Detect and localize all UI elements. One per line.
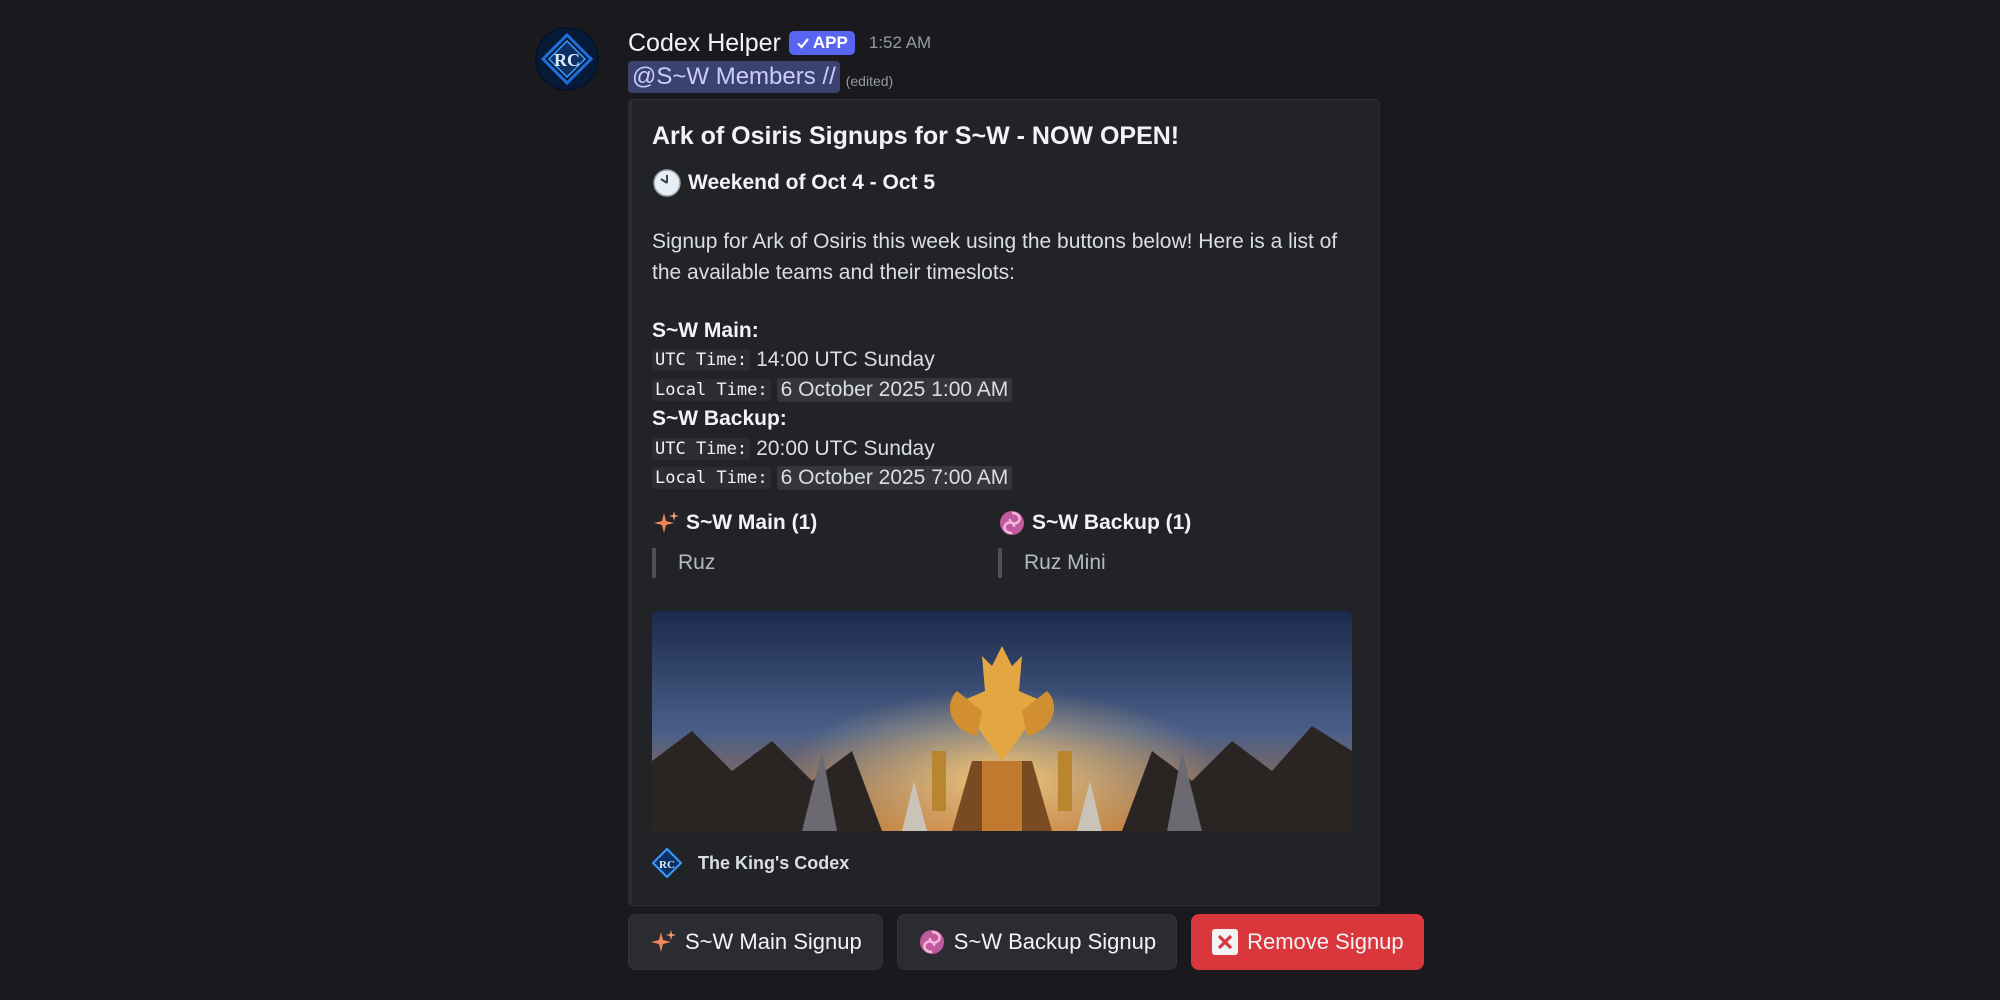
codex-logo-icon: RC [537,29,597,89]
utc-label: UTC Time: [652,349,751,372]
week-line: Weekend of Oct 4 - Oct 5 [652,168,935,198]
field-backup: S~W Backup (1) Ruz Mini [998,508,1318,578]
utc-label: UTC Time: [652,437,751,460]
embed-image[interactable] [652,611,1352,831]
utc-value: 20:00 UTC Sunday [756,436,935,460]
role-mention[interactable]: @S~W Members // [628,61,840,93]
button-label: S~W Main Signup [685,929,862,954]
codex-footer-icon: RC [652,848,682,878]
local-time-value[interactable]: 6 October 2025 7:00 AM [776,466,1013,491]
local-label: Local Time: [652,467,771,490]
cross-mark-icon [1212,929,1239,955]
app-badge: APP [788,31,855,55]
embed-description: Signup for Ark of Osiris this week using… [652,230,1338,284]
local-label: Local Time: [652,378,771,401]
field-name: S~W Backup (1) [1032,511,1192,534]
button-label: S~W Backup Signup [953,929,1157,954]
swirl-icon [919,930,944,954]
message-header: Codex Helper APP 1:52 AM [628,26,931,60]
team-schedule: S~W Main: UTC Time: 14:00 UTC Sunday Loca… [652,316,1013,493]
footer-text: The King's Codex [698,852,850,873]
message-timestamp[interactable]: 1:52 AM [869,33,931,53]
team-backup-name: S~W Backup: [652,407,787,431]
utc-value: 14:00 UTC Sunday [756,348,935,372]
action-buttons: S~W Main Signup S~W Backup Signup Remove… [628,914,1424,970]
sparkles-icon [651,930,676,952]
local-time-value[interactable]: 6 October 2025 1:00 AM [776,377,1013,402]
author-name[interactable]: Codex Helper [628,29,781,58]
button-label: Remove Signup [1247,929,1404,954]
signup-embed: Ark of Osiris Signups for S~W - NOW OPEN… [628,99,1380,906]
backup-signup-button[interactable]: S~W Backup Signup [896,914,1178,970]
field-value: Ruz Mini [998,548,1318,578]
field-value: Ruz [652,548,972,578]
message-content: @S~W Members // (edited) [628,61,893,93]
bot-avatar[interactable]: RC [535,27,599,91]
clock-icon [653,169,681,197]
edited-label: (edited) [845,73,894,89]
svg-text:RC: RC [554,50,580,70]
main-signup-button[interactable]: S~W Main Signup [628,914,883,970]
field-main: S~W Main (1) Ruz [652,508,972,578]
sparkles-icon [654,511,679,533]
team-main-name: S~W Main: [652,318,759,342]
checkmark-icon [797,38,809,49]
app-badge-label: APP [812,33,848,52]
ark-of-osiris-banner-image [652,611,1352,831]
field-name: S~W Main (1) [686,511,818,534]
swirl-icon [1000,511,1024,535]
svg-text:RC: RC [659,859,675,871]
remove-signup-button[interactable]: Remove Signup [1191,914,1424,970]
embed-footer: RC The King's Codex [652,848,849,878]
week-text: Weekend of Oct 4 - Oct 5 [688,171,936,194]
embed-title: Ark of Osiris Signups for S~W - NOW OPEN… [652,122,1180,150]
